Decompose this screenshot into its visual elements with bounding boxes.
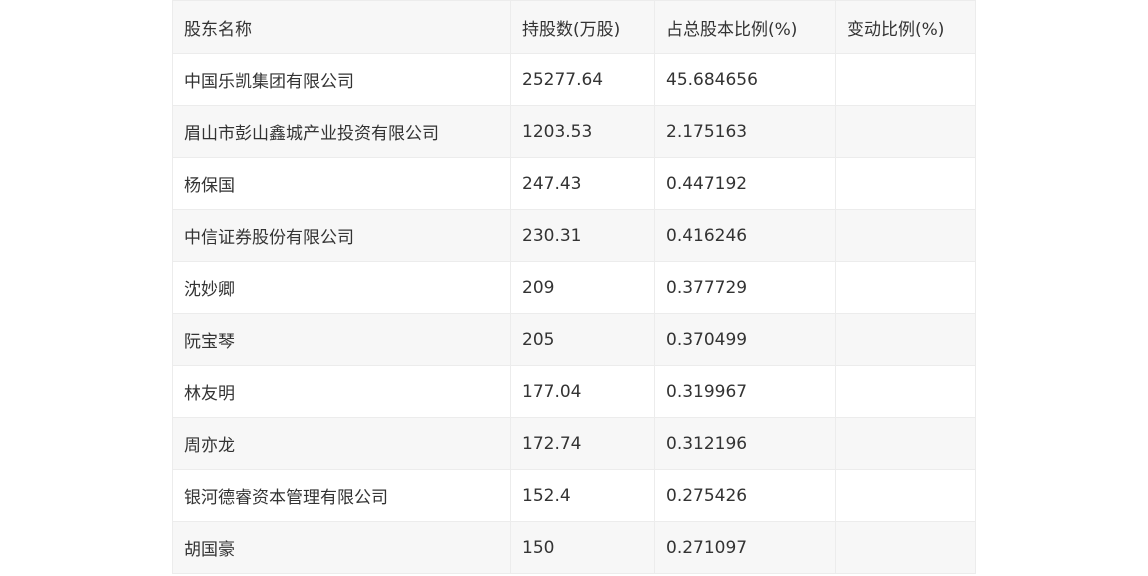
table-row: 阮宝琴 205 0.370499 <box>172 313 976 366</box>
header-row: 股东名称 持股数(万股) 占总股本比例(%) 变动比例(%) <box>172 0 976 54</box>
cell-share-ratio: 0.319967 <box>654 365 836 418</box>
cell-share-ratio: 0.447192 <box>654 157 836 210</box>
cell-shares-held: 205 <box>510 313 655 366</box>
cell-change-ratio <box>835 209 976 262</box>
shareholder-table-container: 股东名称 持股数(万股) 占总股本比例(%) 变动比例(%) 中国乐凯集团有限公… <box>172 0 976 574</box>
header-shares-held: 持股数(万股) <box>510 0 655 54</box>
cell-shares-held: 247.43 <box>510 157 655 210</box>
cell-shares-held: 230.31 <box>510 209 655 262</box>
cell-shareholder-name: 林友明 <box>172 365 511 418</box>
cell-shareholder-name: 杨保国 <box>172 157 511 210</box>
cell-shares-held: 177.04 <box>510 365 655 418</box>
cell-change-ratio <box>835 261 976 314</box>
cell-change-ratio <box>835 313 976 366</box>
cell-change-ratio <box>835 365 976 418</box>
cell-shareholder-name: 周亦龙 <box>172 417 511 470</box>
cell-shareholder-name: 中国乐凯集团有限公司 <box>172 53 511 106</box>
cell-share-ratio: 0.275426 <box>654 469 836 522</box>
cell-share-ratio: 0.416246 <box>654 209 836 262</box>
cell-shareholder-name: 胡国豪 <box>172 521 511 574</box>
cell-change-ratio <box>835 53 976 106</box>
cell-shares-held: 150 <box>510 521 655 574</box>
cell-shareholder-name: 眉山市彭山鑫城产业投资有限公司 <box>172 105 511 158</box>
table-row: 周亦龙 172.74 0.312196 <box>172 417 976 470</box>
cell-shareholder-name: 阮宝琴 <box>172 313 511 366</box>
cell-shares-held: 172.74 <box>510 417 655 470</box>
cell-shares-held: 209 <box>510 261 655 314</box>
cell-shareholder-name: 沈妙卿 <box>172 261 511 314</box>
table-body: 中国乐凯集团有限公司 25277.64 45.684656 眉山市彭山鑫城产业投… <box>172 53 976 574</box>
cell-share-ratio: 0.370499 <box>654 313 836 366</box>
header-shareholder-name: 股东名称 <box>172 0 511 54</box>
cell-change-ratio <box>835 105 976 158</box>
table-header: 股东名称 持股数(万股) 占总股本比例(%) 变动比例(%) <box>172 0 976 54</box>
table-row: 银河德睿资本管理有限公司 152.4 0.275426 <box>172 469 976 522</box>
cell-shareholder-name: 中信证券股份有限公司 <box>172 209 511 262</box>
cell-change-ratio <box>835 521 976 574</box>
table-row: 沈妙卿 209 0.377729 <box>172 261 976 314</box>
table-row: 中国乐凯集团有限公司 25277.64 45.684656 <box>172 53 976 106</box>
cell-shares-held: 25277.64 <box>510 53 655 106</box>
table-row: 中信证券股份有限公司 230.31 0.416246 <box>172 209 976 262</box>
header-share-ratio: 占总股本比例(%) <box>654 0 836 54</box>
header-change-ratio: 变动比例(%) <box>835 0 976 54</box>
cell-change-ratio <box>835 469 976 522</box>
table-row: 胡国豪 150 0.271097 <box>172 521 976 574</box>
cell-shares-held: 152.4 <box>510 469 655 522</box>
cell-shares-held: 1203.53 <box>510 105 655 158</box>
table-row: 林友明 177.04 0.319967 <box>172 365 976 418</box>
table-row: 眉山市彭山鑫城产业投资有限公司 1203.53 2.175163 <box>172 105 976 158</box>
cell-share-ratio: 45.684656 <box>654 53 836 106</box>
table-row: 杨保国 247.43 0.447192 <box>172 157 976 210</box>
cell-shareholder-name: 银河德睿资本管理有限公司 <box>172 469 511 522</box>
cell-share-ratio: 0.377729 <box>654 261 836 314</box>
cell-share-ratio: 0.312196 <box>654 417 836 470</box>
cell-share-ratio: 2.175163 <box>654 105 836 158</box>
cell-change-ratio <box>835 417 976 470</box>
cell-change-ratio <box>835 157 976 210</box>
cell-share-ratio: 0.271097 <box>654 521 836 574</box>
shareholder-table: 股东名称 持股数(万股) 占总股本比例(%) 变动比例(%) 中国乐凯集团有限公… <box>172 0 976 574</box>
